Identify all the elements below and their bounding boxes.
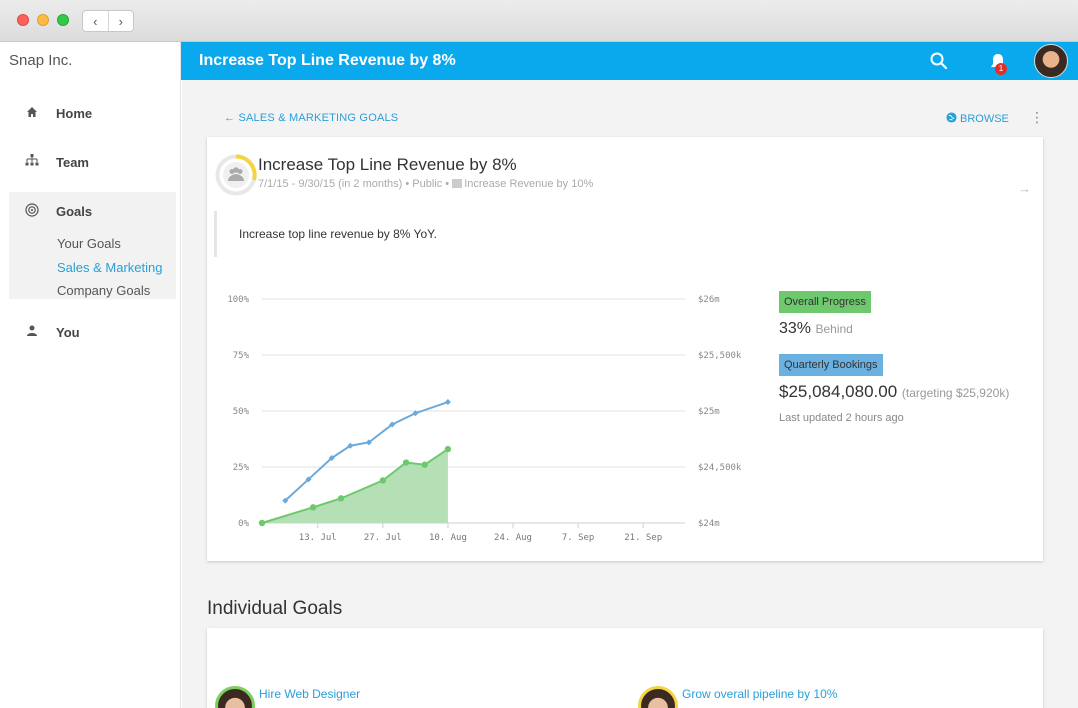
area-point <box>402 459 410 466</box>
quarterly-bookings-label: Quarterly Bookings <box>779 354 883 376</box>
breadcrumb-label: SALES & MARKETING GOALS <box>238 112 399 124</box>
owner-avatar <box>215 686 255 708</box>
progress-percent: 33% <box>779 320 812 337</box>
line-point <box>444 399 451 406</box>
area-fill <box>262 449 448 523</box>
sidebar-item-label: Home <box>56 105 93 121</box>
individual-goals-title: Individual Goals <box>207 598 343 619</box>
progress-chart: 100% $26m 75% $25,500k 50% $25m 25% $24,500k 0% $… <box>227 295 742 542</box>
bookings-target: (targeting $25,920k) <box>901 386 1010 400</box>
close-window-button[interactable] <box>17 14 29 26</box>
target-icon <box>22 202 42 220</box>
sidebar-sub-your-goals[interactable]: Your Goals <box>57 236 121 251</box>
page-title: Increase Top Line Revenue by 8% <box>199 52 456 69</box>
x-tick-label: 7. Sep <box>562 533 595 542</box>
individual-goal-item[interactable]: Hire Web Designer <box>215 686 360 708</box>
sidebar-item-label: Goals <box>56 203 93 219</box>
overall-progress-value: 33% Behind <box>779 320 853 338</box>
y-left-tick-label: 0% <box>238 519 249 529</box>
browse-label: BROWSE <box>960 113 1009 125</box>
globe-icon <box>946 112 957 123</box>
x-tick-label: 27. Jul <box>364 533 402 542</box>
y-right-tick-label: $25,500k <box>698 351 742 361</box>
breadcrumb[interactable]: ← SALES & MARKETING GOALS <box>224 112 398 124</box>
individual-goals-card: Hire Web Designer Grow overall pipeline … <box>207 628 1043 708</box>
sidebar-item-label: Team <box>56 154 89 170</box>
last-updated: Last updated 2 hours ago <box>779 412 904 424</box>
area-point <box>421 461 428 468</box>
area-point <box>337 495 345 502</box>
org-name: Snap Inc. <box>9 52 73 69</box>
top-header: Increase Top Line Revenue by 8% 1 <box>181 42 1078 80</box>
search-icon[interactable] <box>929 51 949 71</box>
sidebar-item-goals[interactable]: Goals <box>0 198 181 224</box>
parent-goal-link[interactable]: Increase Revenue by 10% <box>464 178 593 190</box>
sidebar-sub-sales-marketing[interactable]: Sales & Marketing <box>57 260 163 275</box>
y-left-tick-label: 100% <box>227 295 249 305</box>
sidebar-item-home[interactable]: Home <box>0 100 181 126</box>
home-icon <box>22 106 42 121</box>
x-tick-label: 24. Aug <box>494 533 532 542</box>
window-titlebar: ‹ › <box>0 0 1078 42</box>
area-point <box>444 445 452 453</box>
overall-progress-label: Overall Progress <box>779 291 871 313</box>
goal-progress-ring <box>215 154 257 196</box>
individual-goal-link[interactable]: Grow overall pipeline by 10% <box>682 687 837 701</box>
y-right-tick-label: $25m <box>698 407 720 417</box>
goal-meta: 7/1/15 - 9/30/15 (in 2 months) • Public … <box>258 178 593 190</box>
bookings-amount: $25,084,080.00 <box>779 382 898 401</box>
goal-dates: 7/1/15 - 9/30/15 (in 2 months) • Public … <box>258 178 453 190</box>
zoom-window-button[interactable] <box>57 14 69 26</box>
goal-card: Increase Top Line Revenue by 8% 7/1/15 -… <box>207 137 1043 561</box>
area-point <box>258 519 266 527</box>
y-left-tick-label: 25% <box>233 463 250 473</box>
individual-goal-item[interactable]: Grow overall pipeline by 10% <box>638 686 837 708</box>
y-right-tick-label: $26m <box>698 295 720 305</box>
sidebar-item-you[interactable]: You <box>0 319 181 345</box>
forward-button[interactable]: › <box>107 11 134 31</box>
individual-goal-link[interactable]: Hire Web Designer <box>259 687 360 701</box>
main-content: ← SALES & MARKETING GOALS BROWSE ⋮ Incre… <box>182 80 1078 708</box>
notification-badge: 1 <box>995 63 1007 75</box>
sidebar-item-team[interactable]: Team <box>0 149 181 175</box>
goal-description-text: Increase top line revenue by 8% YoY. <box>239 227 437 241</box>
owner-avatar <box>638 686 678 708</box>
x-tick-label: 21. Sep <box>624 533 662 542</box>
person-icon <box>22 325 42 340</box>
building-icon <box>452 179 463 188</box>
history-nav: ‹ › <box>82 10 134 32</box>
sidebar: Snap Inc. Home Team Goals Your Goals Sal… <box>0 42 181 708</box>
progress-status: Behind <box>815 322 853 336</box>
back-button[interactable]: ‹ <box>83 11 108 31</box>
user-avatar[interactable] <box>1034 44 1068 78</box>
goal-description: Increase top line revenue by 8% YoY. <box>214 211 674 257</box>
sidebar-sub-company-goals[interactable]: Company Goals <box>57 283 150 298</box>
browse-button[interactable]: BROWSE <box>946 112 1009 125</box>
x-tick-label: 13. Jul <box>299 533 337 542</box>
quarterly-bookings-value: $25,084,080.00 (targeting $25,920k) <box>779 382 1009 402</box>
area-point <box>309 504 317 511</box>
y-left-tick-label: 50% <box>233 407 250 417</box>
x-tick-label: 10. Aug <box>429 533 467 542</box>
arrow-right-icon[interactable]: → <box>1018 181 1031 196</box>
sidebar-item-label: You <box>56 324 80 340</box>
area-point <box>379 477 387 484</box>
org-chart-icon <box>22 154 42 170</box>
y-right-tick-label: $24m <box>698 519 720 529</box>
y-left-tick-label: 75% <box>233 351 250 361</box>
more-options-icon[interactable]: ⋮ <box>1030 109 1044 126</box>
goal-title: Increase Top Line Revenue by 8% <box>258 155 517 174</box>
minimize-window-button[interactable] <box>37 14 49 26</box>
app-window: ‹ › Snap Inc. Home Team Goals Your Goals… <box>0 0 1078 708</box>
y-right-tick-label: $24,500k <box>698 463 742 473</box>
